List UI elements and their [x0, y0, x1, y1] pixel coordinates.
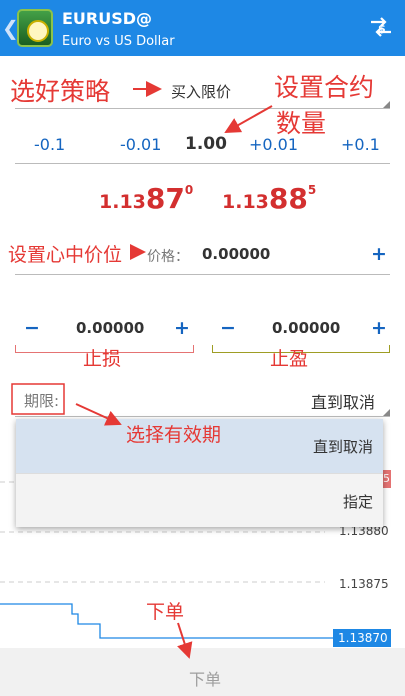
- stop-loss-tick-left: [15, 345, 16, 352]
- annotation-take-profit: 止盈: [270, 348, 309, 370]
- volume-minus-0.01-button[interactable]: -0.01: [120, 135, 161, 154]
- stop-loss-tick-right: [193, 345, 194, 352]
- symbol-title: EURUSD@: [62, 9, 153, 28]
- annotation-arrow: [224, 105, 273, 133]
- expiration-underline: [15, 416, 390, 417]
- annotation-set-price: 设置心中价位: [8, 244, 123, 266]
- take-profit-plus-button[interactable]: +: [371, 317, 387, 339]
- header-bar: ❮ EURUSD@ Euro vs US Dollar $: [0, 0, 405, 56]
- price-label: 价格：: [147, 249, 189, 265]
- instrument-logo-icon: [17, 9, 53, 47]
- volume-value[interactable]: 1.00: [185, 134, 227, 154]
- stop-loss-input[interactable]: 0.00000: [76, 319, 144, 337]
- swap-symbol-icon[interactable]: $: [367, 13, 395, 41]
- annotation-choose-strategy: 选好策略: [10, 77, 111, 106]
- volume-minus-0.1-button[interactable]: -0.1: [34, 135, 65, 154]
- take-profit-tick-right: [389, 345, 390, 352]
- take-profit-minus-button[interactable]: −: [220, 317, 236, 339]
- take-profit-tick-left: [212, 345, 213, 352]
- expiration-select[interactable]: 直到取消: [311, 389, 375, 413]
- order-type-underline: [15, 108, 390, 109]
- price-plus-button[interactable]: +: [371, 243, 387, 265]
- annotation-set-volume: 设置合约: [274, 73, 375, 102]
- annotation-stop-loss: 止损: [83, 348, 122, 370]
- stop-loss-plus-button[interactable]: +: [174, 317, 190, 339]
- volume-underline: [15, 163, 390, 164]
- trade-screen: ❮ EURUSD@ Euro vs US Dollar $ 买入限价 -0.1 …: [0, 0, 405, 696]
- ask-price: 1.13885: [222, 182, 317, 215]
- order-type-value: 买入限价: [171, 83, 232, 101]
- dropdown-corner-icon: [383, 101, 390, 108]
- price-underline: [15, 274, 390, 275]
- annotation-choose-expiry: 选择有效期: [126, 424, 222, 446]
- last-price-badge: 1.13870: [333, 629, 391, 647]
- place-order-button[interactable]: 下单: [0, 648, 405, 696]
- expiration-option-specified[interactable]: 指定: [16, 474, 383, 528]
- annotation-set-volume-2: 数量: [276, 109, 327, 138]
- price-input[interactable]: 0.00000: [202, 245, 270, 263]
- expiration-label: 期限:: [24, 392, 60, 410]
- bid-price: 1.13870: [99, 182, 194, 215]
- volume-plus-0.1-button[interactable]: +0.1: [341, 135, 380, 154]
- chart-red-marker: 5: [383, 470, 391, 488]
- svg-text:$: $: [378, 22, 386, 35]
- stop-loss-minus-button[interactable]: −: [24, 317, 40, 339]
- annotation-place-order: 下单: [146, 601, 185, 623]
- chart-tick-label: 1.13875: [339, 577, 389, 591]
- symbol-description: Euro vs US Dollar: [62, 34, 175, 49]
- take-profit-input[interactable]: 0.00000: [272, 319, 340, 337]
- expiration-corner-icon: [383, 409, 390, 416]
